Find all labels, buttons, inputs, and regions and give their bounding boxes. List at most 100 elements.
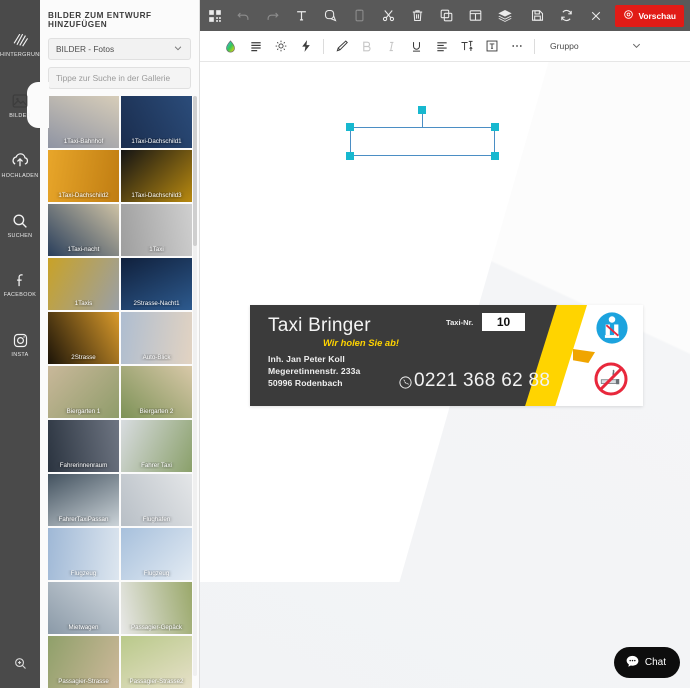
font-size-icon[interactable] — [454, 31, 479, 62]
card-brand-name[interactable]: Taxi Bringer — [268, 315, 371, 337]
thumbnail-label: Biergarten 2 — [139, 408, 174, 415]
table-icon[interactable] — [461, 0, 490, 31]
business-card[interactable]: Taxi Bringer Wir holen Sie ab! Inh. Jan … — [250, 305, 643, 406]
chevron-down-icon — [173, 43, 183, 55]
sidebar-item-bilder[interactable]: BILDER — [0, 82, 49, 128]
group-dropdown[interactable]: Gruppo — [550, 40, 642, 53]
gallery-thumbnail[interactable]: Passagier-Gepäck — [121, 582, 192, 634]
gallery-thumbnail[interactable]: 1Taxi — [121, 204, 192, 256]
undo-icon[interactable] — [229, 0, 258, 31]
gallery-thumbnail[interactable]: FahrerTaxiPassan — [48, 474, 119, 526]
save-icon[interactable] — [523, 0, 552, 31]
brightness-icon[interactable] — [268, 31, 293, 62]
gallery-thumbnail[interactable]: Flugzeug — [48, 528, 119, 580]
thumbnail-grid: 1Taxi-Bahnhof 1Taxi-Dachschild1 1Taxi-Dach… — [48, 96, 193, 688]
italic-icon[interactable] — [379, 31, 404, 62]
resize-handle-top-left[interactable] — [346, 123, 354, 131]
qr-icon[interactable] — [200, 0, 229, 31]
seatbelt-icon — [596, 312, 628, 344]
resize-handle-top-right[interactable] — [491, 123, 499, 131]
gallery-search-input[interactable]: Tippe zur Suche in der Gallerie — [48, 67, 191, 89]
shape-icon[interactable] — [316, 0, 345, 31]
chat-label: Chat — [644, 657, 666, 668]
layers-icon[interactable] — [490, 0, 519, 31]
gallery-thumbnail[interactable]: Fahrerinnenraum — [48, 420, 119, 472]
preview-button[interactable]: Vorschau — [615, 4, 684, 27]
resize-handle-bottom-left[interactable] — [346, 152, 354, 160]
chevron-down-icon — [631, 40, 642, 53]
thumbnail-label: Passagier-Strasse2 — [129, 678, 184, 685]
gallery-thumbnail[interactable]: Passagier-Strasse — [48, 636, 119, 688]
gallery-thumbnail[interactable]: Flugzeug — [121, 528, 192, 580]
underline-icon[interactable] — [404, 31, 429, 62]
textbox-icon[interactable] — [479, 31, 504, 62]
card-city[interactable]: 50996 Rodenbach — [268, 378, 343, 388]
search-placeholder: Tippe zur Suche in der Gallerie — [56, 73, 171, 83]
redo-icon[interactable] — [258, 0, 287, 31]
gallery-thumbnail[interactable]: Flughafen — [121, 474, 192, 526]
panel-title: BILDER ZUM ENTWURF HINZUFÜGEN — [48, 11, 152, 29]
thumbnail-label: 1Taxi-Dachschild2 — [58, 192, 109, 199]
align-icon[interactable] — [429, 31, 454, 62]
cut-icon[interactable] — [374, 0, 403, 31]
gallery-thumbnail[interactable]: 1Taxi-nacht — [48, 204, 119, 256]
chat-bubble-icon — [625, 654, 640, 672]
gallery-thumbnail[interactable]: 2Strasse — [48, 312, 119, 364]
divider — [323, 38, 324, 54]
chat-button[interactable]: Chat — [613, 647, 680, 678]
thumbnail-label: Fahrerinnenraum — [59, 462, 108, 469]
pen-icon[interactable] — [329, 31, 354, 62]
card-owner[interactable]: Inh. Jan Peter Koll — [268, 354, 345, 364]
gallery-thumbnail[interactable]: Passagier-Strasse2 — [121, 636, 192, 688]
gallery-thumbnail[interactable]: 2Strasse-Nacht1 — [121, 258, 192, 310]
zoom-in-button[interactable] — [0, 656, 40, 676]
panel-scrollbar[interactable] — [193, 96, 197, 676]
thumbnail-grid-scroll[interactable]: 1Taxi-Bahnhof 1Taxi-Dachschild1 1Taxi-Dach… — [48, 96, 193, 688]
rotate-handle[interactable] — [418, 106, 426, 114]
refresh-icon[interactable] — [552, 0, 581, 31]
line-height-icon[interactable] — [243, 31, 268, 62]
delete-icon[interactable] — [403, 0, 432, 31]
gallery-thumbnail[interactable]: Fahrer Taxi — [121, 420, 192, 472]
upload-icon — [11, 152, 29, 170]
thumbnail-label: Fahrer Taxi — [141, 462, 172, 469]
color-drop-icon[interactable] — [218, 31, 243, 62]
gallery-thumbnail[interactable]: 1Taxis — [48, 258, 119, 310]
sidebar-label: BILDER — [9, 112, 31, 119]
gallery-thumbnail[interactable]: 1Taxi-Dachschild3 — [121, 150, 192, 202]
effects-icon[interactable] — [293, 31, 318, 62]
instagram-icon — [12, 332, 29, 349]
sidebar-item-insta[interactable]: INSTA — [0, 322, 40, 368]
card-street[interactable]: Megeretinnenstr. 233a — [268, 366, 360, 376]
sidebar-item-suchen[interactable]: SUCHEN — [0, 202, 40, 248]
gallery-thumbnail[interactable]: 1Taxi-Dachschild1 — [121, 96, 192, 148]
category-dropdown[interactable]: BILDER - Fotos — [48, 38, 191, 60]
gallery-thumbnail[interactable]: 1Taxi-Bahnhof — [48, 96, 119, 148]
card-taxi-nr-label: Taxi-Nr. — [446, 318, 474, 327]
thumbnail-label: Flugzeug — [70, 570, 97, 577]
gallery-thumbnail[interactable]: Biergarten 1 — [48, 366, 119, 418]
search-icon — [11, 212, 29, 230]
design-canvas[interactable]: Taxi Bringer Wir holen Sie ab! Inh. Jan … — [200, 62, 690, 688]
card-slogan[interactable]: Wir holen Sie ab! — [323, 337, 399, 348]
sidebar-label: HOCHLADEN — [1, 172, 39, 179]
image-icon — [11, 92, 29, 110]
close-icon[interactable] — [581, 0, 610, 31]
duplicate-icon[interactable] — [432, 0, 461, 31]
paste-icon[interactable] — [345, 0, 374, 31]
thumbnail-label: Passagier-Gepäck — [131, 624, 182, 631]
sidebar-item-hochladen[interactable]: HOCHLADEN — [0, 142, 40, 188]
card-taxi-nr-value[interactable]: 10 — [482, 313, 525, 331]
gallery-thumbnail[interactable]: Mietwagen — [48, 582, 119, 634]
thumbnail-label: 1Taxi — [149, 246, 164, 253]
bold-icon[interactable] — [354, 31, 379, 62]
sidebar-item-facebook[interactable]: FACEBOOK — [0, 262, 40, 308]
sidebar-item-hintergruende[interactable]: HINTERGRÜNDE — [0, 22, 40, 68]
more-icon[interactable] — [504, 31, 529, 62]
gallery-thumbnail[interactable]: 1Taxi-Dachschild2 — [48, 150, 119, 202]
gallery-thumbnail[interactable]: Auto-Blick — [121, 312, 192, 364]
resize-handle-bottom-right[interactable] — [491, 152, 499, 160]
gallery-thumbnail[interactable]: Biergarten 2 — [121, 366, 192, 418]
left-icon-rail: HINTERGRÜNDE BILDER HOCHLADEN SUCHEN — [0, 0, 49, 688]
text-icon[interactable] — [287, 0, 316, 31]
